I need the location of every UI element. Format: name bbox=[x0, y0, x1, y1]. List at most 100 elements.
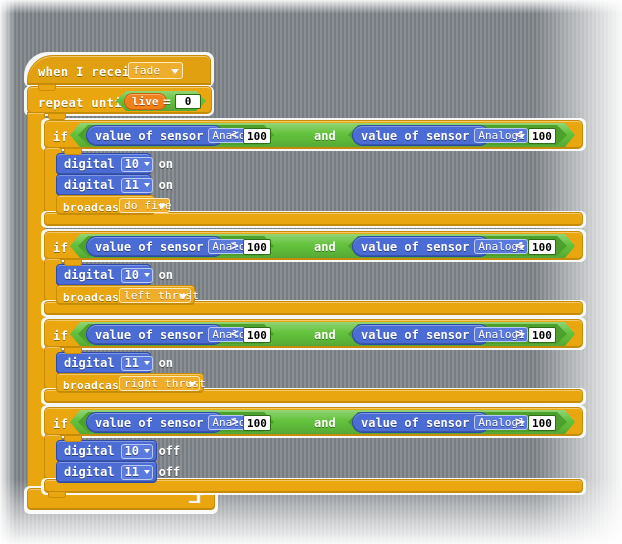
digital-pin-block[interactable]: digital 10 on bbox=[56, 264, 173, 286]
broadcast-message-dropdown[interactable]: right thrust bbox=[119, 376, 206, 391]
if-1-left-operator-symbol: < bbox=[231, 128, 239, 143]
broadcast-label: broadcast bbox=[63, 379, 127, 392]
digital-pin-block[interactable]: digital 10 off bbox=[56, 440, 180, 462]
if-2-left-sensor-block[interactable]: value of sensor Analog0 bbox=[86, 236, 263, 257]
if-2-right-sensor-block[interactable]: value of sensor Analog1 bbox=[352, 236, 529, 257]
if-4-left-value-input[interactable]: 100 bbox=[243, 415, 271, 431]
chevron-down-icon bbox=[143, 273, 150, 277]
digital-pin-dropdown[interactable]: 11 bbox=[120, 177, 153, 193]
broadcast-block[interactable]: broadcast left thrust bbox=[56, 285, 199, 305]
chevron-down-icon bbox=[188, 381, 196, 387]
digital-pin-block[interactable]: digital 11 on bbox=[56, 174, 173, 196]
block-editor-canvas[interactable]: when I receive fade repeat until live = … bbox=[0, 0, 622, 544]
sensor-label: value of sensor bbox=[95, 415, 204, 430]
sensor-label: value of sensor bbox=[95, 239, 204, 254]
if-1-right-value-input[interactable]: 100 bbox=[528, 128, 556, 144]
digital-label: digital bbox=[64, 356, 115, 370]
digital-label: digital bbox=[64, 157, 115, 171]
if-1-right-operator-symbol: < bbox=[515, 128, 523, 143]
if-1-left-sensor-block[interactable]: value of sensor Analog0 bbox=[86, 125, 263, 146]
if-label: if bbox=[53, 417, 69, 431]
digital-label: digital bbox=[64, 465, 115, 479]
if-3-left-operator-symbol: < bbox=[231, 327, 239, 342]
block-notch bbox=[64, 348, 82, 354]
live-variable-reporter[interactable]: live bbox=[124, 93, 167, 110]
sensor-label: value of sensor bbox=[95, 327, 204, 342]
sensor-label: value of sensor bbox=[95, 128, 204, 143]
digital-state: on bbox=[158, 268, 174, 282]
digital-label: digital bbox=[64, 268, 115, 282]
chevron-down-icon bbox=[143, 361, 150, 365]
chevron-down-icon bbox=[143, 449, 150, 453]
broadcast-message-value: left thrust bbox=[124, 289, 200, 302]
digital-state: off bbox=[158, 444, 181, 458]
digital-pin-value: 11 bbox=[124, 356, 140, 370]
broadcast-label: broadcast bbox=[63, 291, 127, 304]
if-1-right-value: 100 bbox=[532, 129, 552, 143]
if-4-right-sensor-block[interactable]: value of sensor Analog1 bbox=[352, 412, 529, 433]
if-4-right-value: 100 bbox=[532, 416, 552, 430]
broadcast-message-dropdown[interactable]: left thrust bbox=[119, 288, 199, 303]
sensor-label: value of sensor bbox=[361, 128, 470, 143]
live-variable-label: live bbox=[132, 95, 159, 108]
digital-pin-block[interactable]: digital 10 on bbox=[56, 153, 173, 175]
if-2-left-value-input[interactable]: 100 bbox=[243, 239, 271, 255]
digital-label: digital bbox=[64, 178, 115, 192]
if-1-left-value-input[interactable]: 100 bbox=[243, 128, 271, 144]
digital-state: on bbox=[158, 178, 174, 192]
equals-operator-symbol: = bbox=[163, 95, 171, 110]
digital-pin-dropdown[interactable]: 11 bbox=[120, 355, 153, 371]
if-label: if bbox=[53, 130, 69, 144]
if-3-right-operator-symbol: > bbox=[515, 327, 523, 342]
block-notch bbox=[48, 492, 66, 498]
if-2-left-operator-symbol: > bbox=[231, 239, 239, 254]
if-3-right-value-input[interactable]: 100 bbox=[528, 327, 556, 343]
if-1-left-value: 100 bbox=[247, 129, 267, 143]
if-label: if bbox=[53, 241, 69, 255]
sensor-label: value of sensor bbox=[361, 327, 470, 342]
digital-pin-dropdown[interactable]: 10 bbox=[120, 443, 153, 459]
block-notch bbox=[38, 85, 56, 91]
digital-pin-block[interactable]: digital 11 off bbox=[56, 461, 180, 483]
digital-pin-block[interactable]: digital 11 on bbox=[56, 352, 173, 374]
chevron-down-icon bbox=[143, 470, 150, 474]
digital-pin-value: 10 bbox=[124, 444, 140, 458]
if-3-right-sensor-block[interactable]: value of sensor Analog1 bbox=[352, 324, 529, 345]
if-3-left-sensor-block[interactable]: value of sensor Analog0 bbox=[86, 324, 263, 345]
digital-pin-value: 10 bbox=[124, 268, 140, 282]
digital-pin-dropdown[interactable]: 10 bbox=[120, 267, 153, 283]
sensor-label: value of sensor bbox=[361, 415, 470, 430]
if-4-right-value-input[interactable]: 100 bbox=[528, 415, 556, 431]
chevron-down-icon bbox=[171, 68, 179, 74]
digital-state: off bbox=[158, 465, 181, 479]
digital-pin-value: 11 bbox=[124, 465, 140, 479]
digital-label: digital bbox=[64, 444, 115, 458]
block-notch bbox=[64, 436, 82, 442]
broadcast-label: broadcast bbox=[63, 201, 127, 214]
if-4-left-sensor-block[interactable]: value of sensor Analog0 bbox=[86, 412, 263, 433]
if-4-and-label: and bbox=[314, 416, 336, 430]
if-1-and-label: and bbox=[314, 129, 336, 143]
repeat-label: repeat until bbox=[38, 96, 130, 110]
digital-pin-dropdown[interactable]: 11 bbox=[120, 464, 153, 480]
digital-pin-dropdown[interactable]: 10 bbox=[120, 156, 153, 172]
if-4-left-operator-symbol: > bbox=[231, 415, 239, 430]
if-4-right-operator-symbol: > bbox=[515, 415, 523, 430]
broadcast-block[interactable]: broadcast right thrust bbox=[56, 373, 206, 393]
when-i-receive-hat-block[interactable]: when I receive fade bbox=[27, 55, 211, 85]
if-3-left-value-input[interactable]: 100 bbox=[243, 327, 271, 343]
digital-pin-value: 11 bbox=[124, 178, 140, 192]
digital-pin-value: 10 bbox=[124, 157, 140, 171]
if-2-right-value-input[interactable]: 100 bbox=[528, 239, 556, 255]
repeat-condition-value-input[interactable]: 0 bbox=[175, 94, 201, 109]
broadcast-block[interactable]: broadcast do fire bbox=[56, 195, 172, 215]
if-1-right-sensor-block[interactable]: value of sensor Analog1 bbox=[352, 125, 529, 146]
if-2-right-value: 100 bbox=[532, 240, 552, 254]
if-3-left-value: 100 bbox=[247, 328, 267, 342]
broadcast-message-dropdown[interactable]: do fire bbox=[119, 198, 172, 213]
if-2-left-value: 100 bbox=[247, 240, 267, 254]
sensor-label: value of sensor bbox=[361, 239, 470, 254]
hat-message-value: fade bbox=[133, 64, 161, 77]
hat-message-dropdown[interactable]: fade bbox=[128, 62, 183, 79]
digital-state: on bbox=[158, 356, 174, 370]
